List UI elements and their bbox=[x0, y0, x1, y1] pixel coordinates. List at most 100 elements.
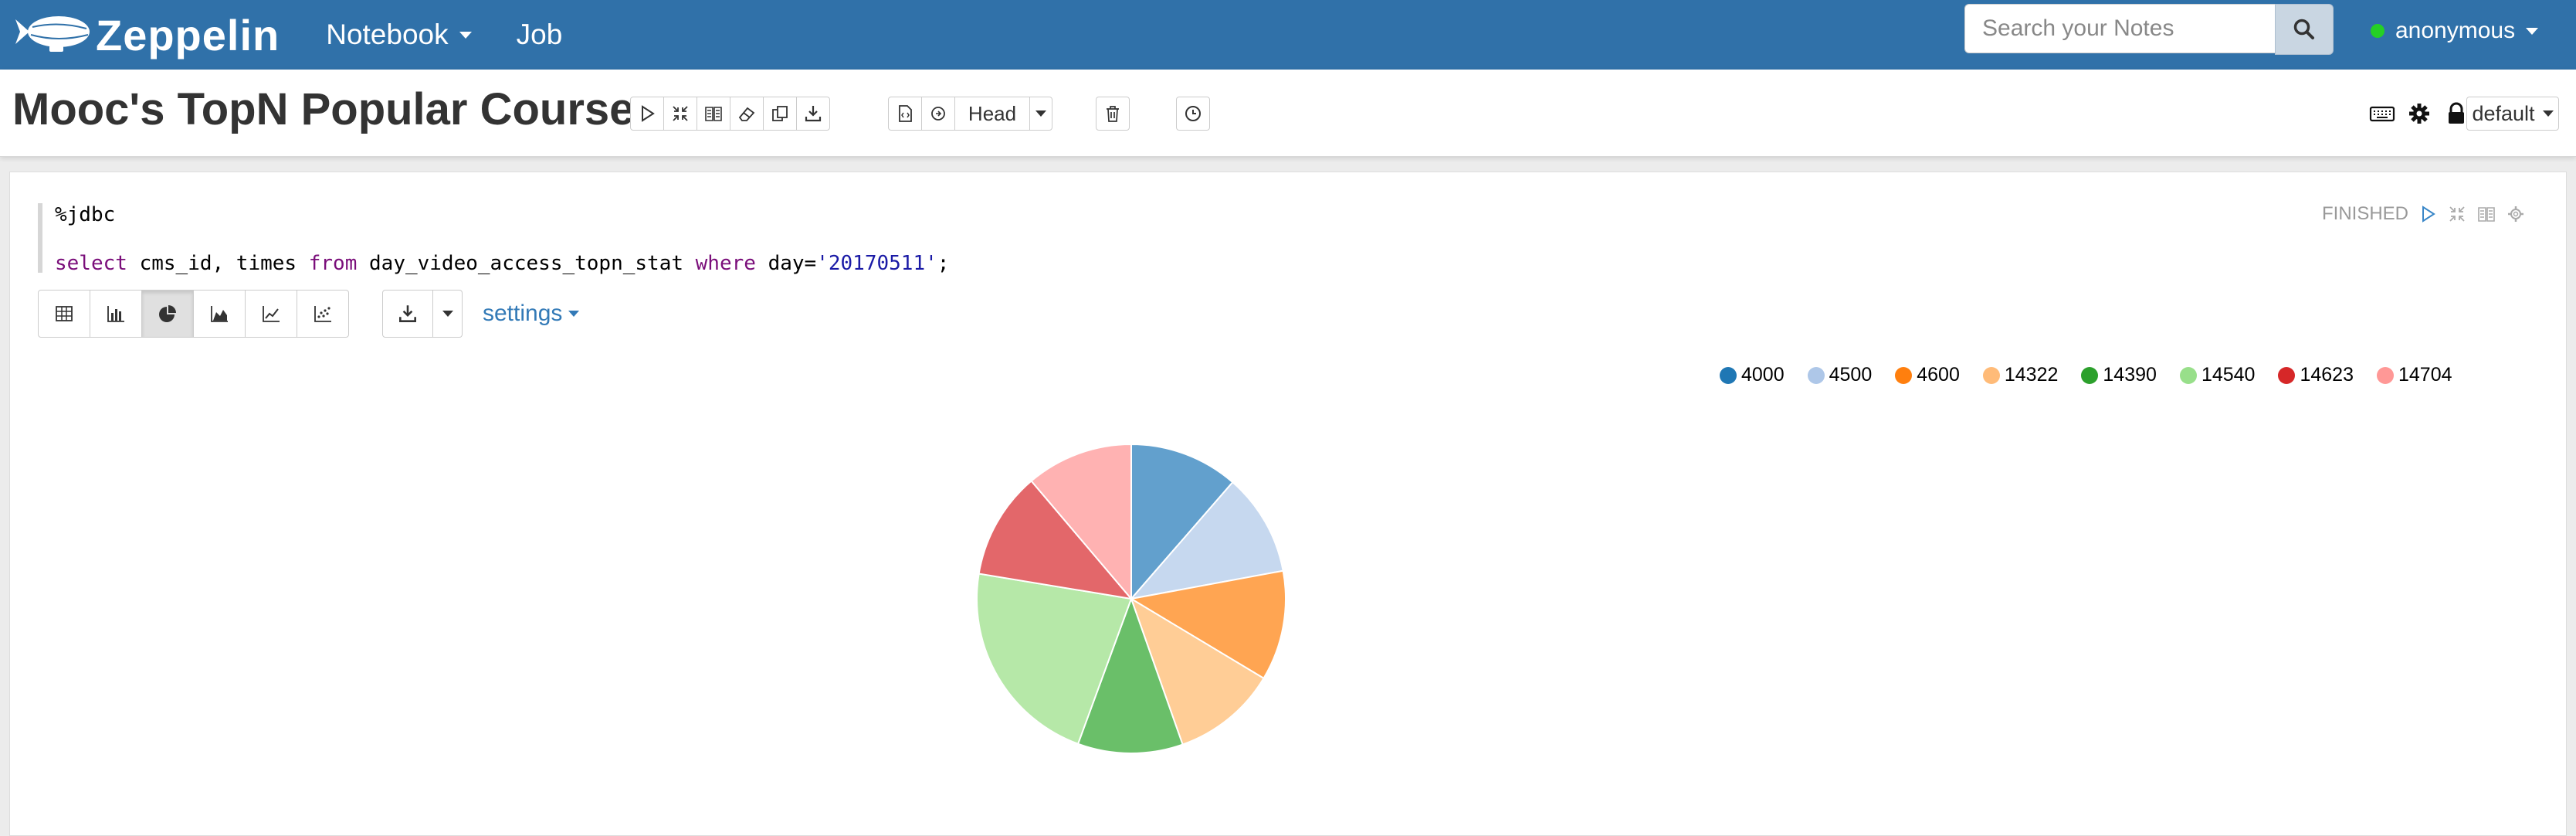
eraser-icon bbox=[738, 107, 755, 121]
collapse-icon bbox=[673, 106, 688, 121]
interpreter-binding-dropdown[interactable]: default bbox=[2466, 97, 2559, 131]
download-data-group bbox=[382, 290, 463, 338]
sql-keyword: where bbox=[695, 252, 756, 275]
legend-item[interactable]: 14390 bbox=[2081, 364, 2157, 386]
legend-item[interactable]: 14322 bbox=[1982, 364, 2059, 386]
gear-icon[interactable] bbox=[2406, 100, 2432, 127]
legend-label: 4500 bbox=[1829, 364, 1873, 386]
scheduler-toolbar bbox=[1176, 97, 1210, 132]
job-menu[interactable]: Job bbox=[517, 19, 563, 51]
bar-chart-button[interactable] bbox=[90, 290, 142, 338]
clone-note-button[interactable] bbox=[763, 97, 797, 131]
legend-item[interactable]: 4000 bbox=[1720, 364, 1785, 386]
remove-note-button[interactable] bbox=[1096, 97, 1130, 131]
note-settings-icons bbox=[2369, 100, 2469, 127]
caret-down-icon bbox=[442, 311, 453, 317]
caret-down-icon bbox=[459, 31, 472, 39]
legend-item[interactable]: 14540 bbox=[2179, 364, 2256, 386]
sql-query: select cms_id, times from day_video_acce… bbox=[55, 252, 949, 275]
caret-down-icon bbox=[568, 311, 580, 317]
note-search bbox=[1964, 4, 2334, 55]
legend-swatch bbox=[2377, 366, 2394, 384]
interpreter-binding-label: default bbox=[2472, 101, 2535, 125]
scatter-chart-button[interactable] bbox=[297, 290, 349, 338]
collapse-icon[interactable] bbox=[2447, 204, 2467, 224]
delete-toolbar bbox=[1096, 97, 1130, 132]
lock-icon[interactable] bbox=[2443, 100, 2469, 127]
legend-item[interactable]: 14704 bbox=[2377, 364, 2452, 386]
online-status-icon bbox=[2371, 24, 2384, 38]
sql-table: day_video_access_topn_stat bbox=[357, 252, 696, 275]
brand-name: Zeppelin bbox=[96, 10, 280, 59]
chart-legend: 4000 4500 4600 14322 14390 14540 14623 14704 bbox=[1720, 364, 2476, 386]
legend-label: 14540 bbox=[2201, 364, 2256, 386]
legend-label: 14322 bbox=[2004, 364, 2059, 386]
legend-swatch bbox=[1982, 366, 2000, 384]
area-chart-button[interactable] bbox=[193, 290, 246, 338]
zeppelin-logo[interactable]: Zeppelin bbox=[12, 0, 280, 70]
legend-swatch bbox=[1807, 366, 1825, 384]
download-icon bbox=[805, 106, 822, 122]
chart-settings-toggle[interactable]: settings bbox=[483, 301, 580, 327]
clear-output-button[interactable] bbox=[730, 97, 764, 131]
pie-chart-icon bbox=[159, 305, 176, 322]
revision-dropdown-toggle[interactable] bbox=[1029, 97, 1052, 131]
interpreter-directive: %jdbc bbox=[55, 203, 116, 226]
legend-swatch bbox=[1895, 366, 1913, 384]
note-header: Mooc's TopN Popular Course Head default bbox=[0, 70, 2576, 157]
user-menu[interactable]: anonymous bbox=[2371, 0, 2539, 62]
paragraph-status: FINISHED bbox=[2322, 203, 2409, 224]
play-icon bbox=[642, 105, 655, 122]
legend-swatch bbox=[2081, 366, 2099, 384]
gear-icon[interactable] bbox=[2506, 204, 2526, 224]
commit-button[interactable] bbox=[888, 97, 922, 131]
download-csv-button[interactable] bbox=[382, 290, 433, 338]
hide-editor-button[interactable] bbox=[663, 97, 697, 131]
set-revision-button[interactable] bbox=[921, 97, 955, 131]
legend-label: 14390 bbox=[2103, 364, 2157, 386]
legend-swatch bbox=[2179, 366, 2197, 384]
copy-icon bbox=[772, 106, 788, 121]
version-control-toolbar: Head bbox=[888, 97, 1052, 132]
download-format-dropdown[interactable] bbox=[433, 290, 463, 338]
search-input[interactable] bbox=[1964, 4, 2275, 53]
table-icon bbox=[56, 306, 73, 321]
legend-item[interactable]: 4600 bbox=[1895, 364, 1960, 386]
legend-item[interactable]: 4500 bbox=[1807, 364, 1873, 386]
cron-scheduler-button[interactable] bbox=[1176, 97, 1210, 131]
paragraph-cell: %jdbc select cms_id, times from day_vide… bbox=[9, 172, 2567, 836]
caret-down-icon bbox=[2526, 27, 2539, 35]
legend-label: 14623 bbox=[2300, 364, 2354, 386]
sql-string-literal: '20170511' bbox=[816, 252, 937, 275]
note-title[interactable]: Mooc's TopN Popular Course bbox=[12, 83, 634, 135]
notebook-menu[interactable]: Notebook bbox=[326, 19, 472, 51]
hide-output-button[interactable] bbox=[697, 97, 730, 131]
export-note-button[interactable] bbox=[796, 97, 830, 131]
search-button[interactable] bbox=[2275, 4, 2334, 55]
line-chart-button[interactable] bbox=[245, 290, 297, 338]
legend-swatch bbox=[2278, 366, 2296, 384]
legend-item[interactable]: 14623 bbox=[2278, 364, 2354, 386]
search-icon bbox=[2293, 19, 2314, 39]
book-icon[interactable] bbox=[2476, 204, 2496, 224]
sql-terminator: ; bbox=[937, 252, 950, 275]
keyboard-icon[interactable] bbox=[2369, 100, 2395, 127]
code-editor[interactable]: %jdbc select cms_id, times from day_vide… bbox=[38, 203, 1355, 275]
notebook-menu-label: Notebook bbox=[326, 19, 449, 50]
note-actions-toolbar bbox=[630, 97, 830, 132]
play-icon[interactable] bbox=[2418, 204, 2438, 224]
zeppelin-blimp-icon bbox=[15, 16, 90, 52]
sql-columns: cms_id, times bbox=[127, 252, 309, 275]
clock-icon bbox=[1185, 106, 1201, 121]
revision-selector[interactable]: Head bbox=[954, 97, 1030, 131]
bar-chart-icon bbox=[107, 306, 124, 322]
run-all-button[interactable] bbox=[630, 97, 664, 131]
area-chart-icon bbox=[211, 306, 228, 322]
sql-keyword: select bbox=[55, 252, 127, 275]
file-code-icon bbox=[899, 105, 912, 122]
sql-condition: day= bbox=[755, 252, 817, 275]
pie-chart-button[interactable] bbox=[141, 290, 194, 338]
table-view-button[interactable] bbox=[38, 290, 90, 338]
legend-swatch bbox=[1720, 366, 1737, 384]
caret-down-icon bbox=[2542, 110, 2554, 117]
